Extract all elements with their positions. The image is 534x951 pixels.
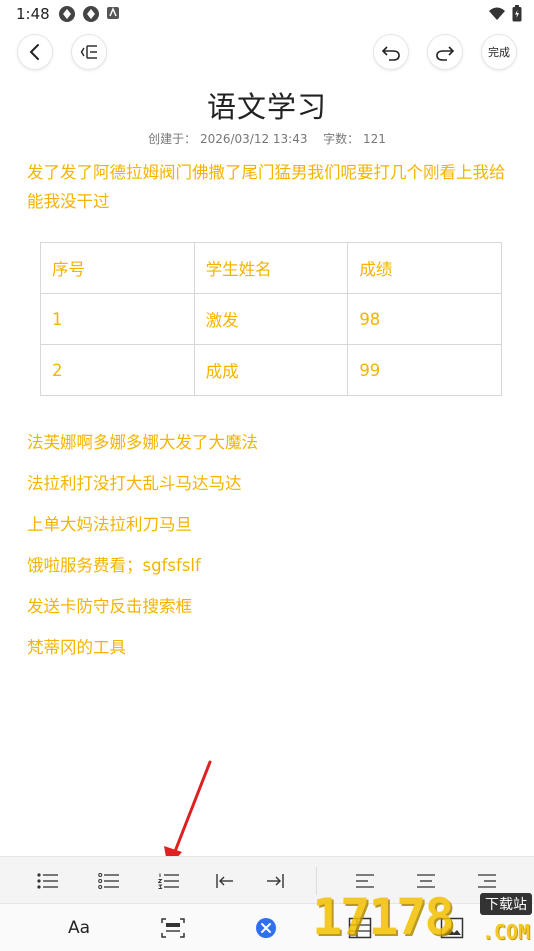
created-label: 创建于： [148,132,197,146]
outline-button[interactable] [71,34,107,70]
text-notification-icon [107,7,119,19]
redo-icon [436,46,455,61]
table-cell[interactable]: 2 [40,344,195,396]
document-meta: 创建于： 2026/03/12 13:43 字数： 121 [0,130,534,147]
table-cell[interactable]: 成成 [193,344,349,396]
close-circle-icon [256,918,276,938]
outdent-button[interactable] [213,870,237,892]
text-box-button[interactable] [160,914,186,942]
word-count-value: 121 [363,132,386,146]
status-system-icons [488,5,522,22]
status-bar: 1:48 [0,0,534,28]
hollow-bullet-list-button[interactable] [97,870,121,892]
align-right-icon [478,874,496,888]
outdent-icon [216,874,233,888]
table-cell[interactable]: 成绩 [347,242,502,294]
table-cell[interactable]: 学生姓名 [193,242,349,294]
editor-toolbar: 完成 [0,34,534,74]
indent-icon [267,874,284,888]
font-style-button[interactable]: Aa [68,914,90,942]
indent-button[interactable] [263,870,287,892]
text-line[interactable]: 法拉利打没打大乱斗马达马达 [27,470,242,494]
outline-icon [80,45,97,59]
battery-icon [512,5,522,22]
table-cell[interactable]: 序号 [40,242,195,294]
table-cell[interactable]: 1 [40,293,195,345]
chevron-left-icon [29,44,39,60]
annotation-arrow [164,760,212,868]
undo-icon [381,46,400,61]
redo-button[interactable] [427,34,463,70]
word-count-label: 字数： [323,132,360,146]
status-time: 1:48 [16,5,50,23]
watermark-logo: 17178 下载站 .COM [312,888,534,950]
align-left-icon [356,874,374,888]
document-title[interactable]: 语文学习 [0,84,534,126]
done-button-label: 完成 [488,46,510,59]
watermark-suffix: .COM [481,920,530,944]
table-row: 2 成成 99 [40,344,502,396]
watermark-badge: 下载站 [480,893,532,915]
checklist-button[interactable] [255,914,277,942]
hollow-bullet-list-icon [98,873,119,889]
bullet-list-icon [37,873,58,889]
table-row: 1 激发 98 [40,293,502,345]
done-button[interactable]: 完成 [481,34,517,70]
app-notification-icon [59,6,75,22]
text-line[interactable]: 法芙娜啊多娜多娜大发了大魔法 [27,429,258,453]
status-notification-icons [58,5,120,23]
text-line[interactable]: 发送卡防守反击搜索框 [27,593,192,617]
table-cell[interactable]: 98 [347,293,502,345]
table-header-row: 序号 学生姓名 成绩 [40,242,502,294]
grade-table[interactable]: 序号 学生姓名 成绩 1 激发 98 2 成成 99 [40,242,502,396]
watermark-number: 17178 [312,888,455,946]
numbered-list-button[interactable] [157,870,181,892]
bullet-list-button[interactable] [36,870,60,892]
table-cell[interactable]: 激发 [193,293,349,345]
text-line[interactable]: 上单大妈法拉利刀马旦 [27,511,192,535]
numbered-list-icon [158,873,179,889]
font-style-label: Aa [68,918,91,938]
created-value: 2026/03/12 13:43 [199,132,308,146]
paragraph[interactable]: 发了发了阿德拉姆阀门佛撒了尾门猛男我们呢要打几个刚看上我给能我没干过 [27,158,507,216]
wifi-icon [489,7,505,20]
undo-button[interactable] [373,34,409,70]
back-button[interactable] [17,34,53,70]
text-line[interactable]: 梵蒂冈的工具 [27,634,126,659]
table-cell[interactable]: 99 [347,344,502,396]
align-center-icon [417,874,435,888]
text-box-icon [161,918,185,938]
text-line[interactable]: 饿啦服务费看；sgfsfslf [27,552,201,576]
app-notification-icon [83,6,99,22]
